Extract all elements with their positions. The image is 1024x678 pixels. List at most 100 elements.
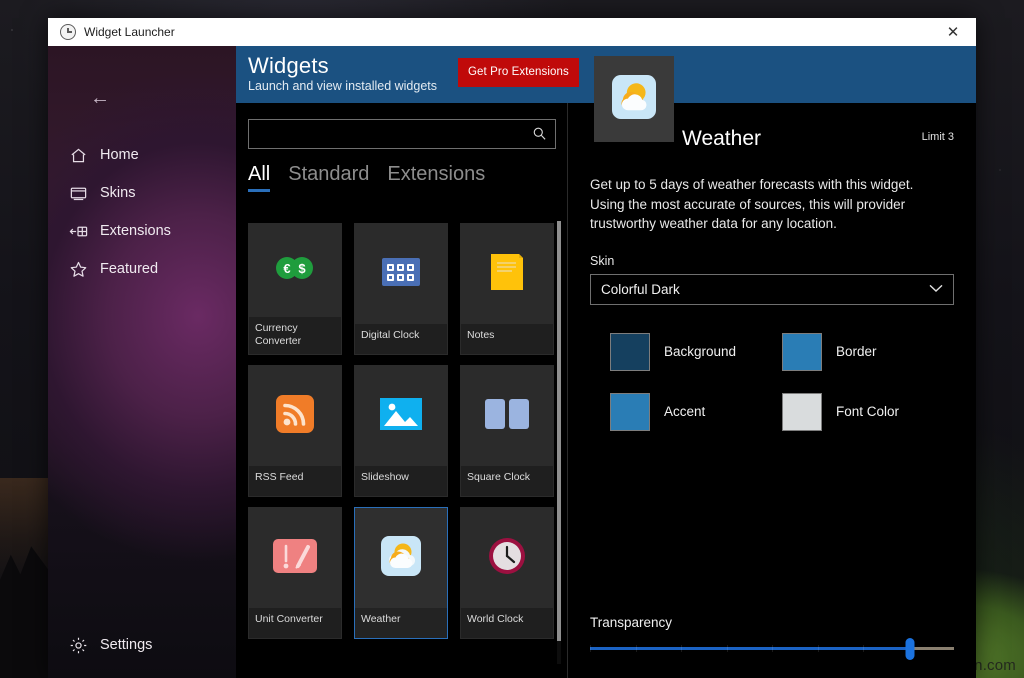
sidebar-item-label: Extensions	[100, 223, 171, 239]
widget-grid: € $ Currency Converter	[236, 213, 568, 639]
widget-thumbnail	[355, 508, 447, 608]
square-clock-icon	[485, 399, 529, 434]
widget-tile-slideshow[interactable]: Slideshow	[354, 365, 448, 497]
widget-grid-scrollbar[interactable]	[557, 221, 561, 664]
detail-header: Weather Limit 3	[590, 103, 954, 159]
widget-tile-rss-feed[interactable]: RSS Feed	[248, 365, 342, 497]
tab-standard[interactable]: Standard	[288, 163, 369, 192]
color-label: Accent	[664, 404, 705, 419]
gear-icon	[68, 635, 88, 655]
widget-launcher-window: Widget Launcher ✕ ← Home	[48, 18, 976, 678]
color-setting-font-color[interactable]: Font Color	[782, 393, 954, 431]
filter-tabs: All Standard Extensions	[236, 149, 568, 192]
color-swatch-background[interactable]	[610, 333, 650, 371]
weather-icon	[381, 536, 421, 581]
get-pro-extensions-button[interactable]: Get Pro Extensions	[458, 58, 579, 87]
widget-list-pane: All Standard Extensions	[236, 103, 568, 678]
widget-tile-notes[interactable]: Notes	[460, 223, 554, 355]
search-box[interactable]	[248, 119, 556, 149]
sidebar-item-home[interactable]: Home	[48, 136, 236, 174]
detail-title: Weather	[682, 127, 761, 159]
search-icon[interactable]	[532, 126, 547, 143]
widget-tile-digital-clock[interactable]: Digital Clock	[354, 223, 448, 355]
color-setting-background[interactable]: Background	[610, 333, 782, 371]
widget-thumbnail	[461, 508, 553, 608]
sidebar-item-featured[interactable]: Featured	[48, 250, 236, 288]
widget-tile-label: World Clock	[461, 608, 553, 638]
widget-thumbnail	[249, 366, 341, 466]
svg-text:€: €	[283, 261, 290, 276]
widget-tile-label: Notes	[461, 324, 553, 354]
sidebar: ← Home	[48, 46, 236, 678]
color-swatch-accent[interactable]	[610, 393, 650, 431]
weather-icon	[612, 75, 656, 124]
sidebar-item-label: Skins	[100, 185, 135, 201]
widget-tile-label: Digital Clock	[355, 324, 447, 354]
clock-icon	[60, 24, 76, 40]
widget-thumbnail	[461, 366, 553, 466]
widget-tile-world-clock[interactable]: World Clock	[460, 507, 554, 639]
chevron-down-icon	[929, 282, 943, 296]
detail-widget-thumbnail	[594, 56, 674, 142]
sidebar-item-label: Featured	[100, 261, 158, 277]
world-clock-icon	[488, 537, 526, 580]
search-container	[236, 103, 568, 149]
widget-thumbnail	[461, 224, 553, 324]
widget-tile-weather[interactable]: Weather	[354, 507, 448, 639]
rss-feed-icon	[276, 395, 314, 438]
home-icon	[68, 145, 88, 165]
window-icon	[68, 183, 88, 203]
widget-tile-square-clock[interactable]: Square Clock	[460, 365, 554, 497]
extensions-icon	[68, 221, 88, 241]
sidebar-item-label: Settings	[100, 637, 152, 653]
star-icon	[68, 259, 88, 279]
skin-label: Skin	[590, 254, 954, 268]
back-arrow-icon[interactable]: ←	[83, 83, 117, 113]
slideshow-icon	[380, 398, 422, 435]
close-icon[interactable]: ✕	[930, 18, 976, 46]
unit-converter-icon	[273, 539, 317, 578]
color-label: Border	[836, 344, 877, 359]
color-label: Font Color	[836, 404, 899, 419]
sidebar-nav: Home Skins	[48, 136, 236, 288]
widget-grid-scroll[interactable]: € $ Currency Converter	[236, 213, 568, 678]
title-bar: Widget Launcher ✕	[48, 18, 976, 46]
sidebar-item-settings[interactable]: Settings	[48, 626, 236, 664]
transparency-label: Transparency	[590, 615, 954, 630]
search-input[interactable]	[259, 126, 532, 143]
transparency-slider[interactable]	[590, 647, 954, 650]
widget-tile-label: Slideshow	[355, 466, 447, 496]
skin-select-value: Colorful Dark	[601, 282, 680, 297]
tab-all[interactable]: All	[248, 163, 270, 192]
panes: All Standard Extensions	[236, 103, 976, 678]
color-setting-border[interactable]: Border	[782, 333, 954, 371]
currency-converter-icon: € $	[271, 253, 319, 288]
title-bar-left: Widget Launcher	[48, 24, 175, 40]
widget-thumbnail	[355, 366, 447, 466]
widget-tile-currency-converter[interactable]: € $ Currency Converter	[248, 223, 342, 355]
widget-detail-pane: Weather Limit 3 Get up to 5 days of weat…	[568, 103, 976, 678]
transparency-control: Transparency	[590, 615, 954, 650]
sidebar-item-skins[interactable]: Skins	[48, 174, 236, 212]
window-body: ← Home	[48, 46, 976, 678]
widget-tile-unit-converter[interactable]: Unit Converter	[248, 507, 342, 639]
color-label: Background	[664, 344, 736, 359]
widget-tile-label: Currency Converter	[249, 317, 341, 354]
digital-clock-icon	[382, 258, 420, 291]
window-title: Widget Launcher	[84, 25, 175, 39]
sidebar-item-extensions[interactable]: Extensions	[48, 212, 236, 250]
scrollbar-thumb[interactable]	[557, 221, 561, 641]
skin-select[interactable]: Colorful Dark	[590, 274, 954, 305]
slider-thumb[interactable]	[906, 638, 915, 660]
detail-description: Get up to 5 days of weather forecasts wi…	[590, 175, 940, 234]
tab-extensions[interactable]: Extensions	[387, 163, 485, 192]
detail-limit-badge: Limit 3	[922, 131, 954, 143]
svg-text:$: $	[298, 261, 306, 276]
color-swatch-border[interactable]	[782, 333, 822, 371]
widget-thumbnail	[249, 508, 341, 608]
widget-tile-label: Square Clock	[461, 466, 553, 496]
widget-tile-label: Weather	[355, 608, 447, 638]
color-swatch-font-color[interactable]	[782, 393, 822, 431]
color-setting-accent[interactable]: Accent	[610, 393, 782, 431]
notes-icon	[489, 252, 525, 297]
